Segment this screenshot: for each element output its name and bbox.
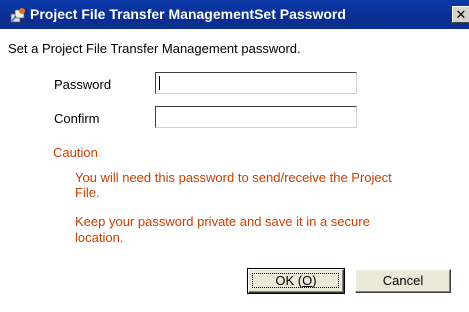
confirm-label: Confirm — [54, 111, 100, 126]
close-button[interactable]: ✕ — [452, 6, 469, 23]
confirm-input[interactable] — [156, 107, 356, 127]
title-bar[interactable]: Project File Transfer ManagementSet Pass… — [0, 0, 469, 29]
caution-line-1b: File. — [75, 185, 100, 200]
close-icon: ✕ — [455, 7, 467, 22]
caution-line-1a: You will need this password to send/rece… — [75, 170, 392, 185]
caution-line-2a: Keep your password private and save it i… — [75, 214, 370, 229]
password-label: Password — [54, 77, 112, 92]
cancel-button-label: Cancel — [382, 273, 424, 288]
ok-mnemonic: O — [302, 273, 313, 288]
password-input[interactable] — [156, 73, 356, 93]
instruction-text: Set a Project File Transfer Management p… — [8, 41, 301, 56]
cancel-button[interactable]: Cancel — [355, 269, 451, 293]
ok-button[interactable]: OK (O) — [247, 268, 345, 294]
caution-line-2b: location. — [75, 230, 124, 245]
caution-heading: Caution — [53, 145, 98, 160]
password-field[interactable] — [155, 72, 357, 94]
text-caret — [159, 76, 160, 90]
ok-button-close: ) — [312, 273, 317, 288]
confirm-field[interactable] — [155, 106, 357, 128]
ok-button-label: OK ( — [275, 273, 303, 288]
project-transfer-icon — [10, 8, 25, 23]
set-password-dialog: Project File Transfer ManagementSet Pass… — [0, 0, 469, 312]
window-title: Project File Transfer ManagementSet Pass… — [30, 6, 346, 22]
